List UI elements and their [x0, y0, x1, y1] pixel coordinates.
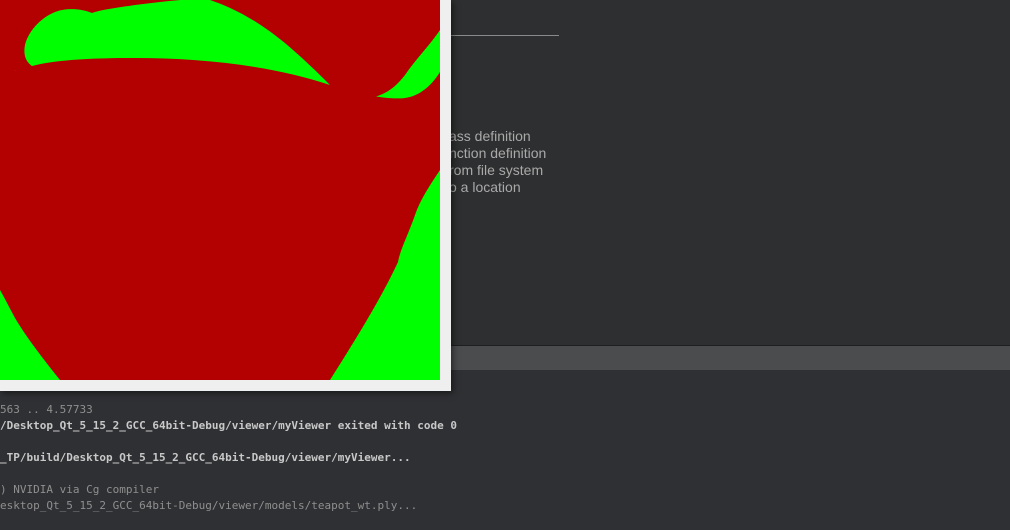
welcome-divider: [448, 35, 559, 36]
output-line: esktop_Qt_5_15_2_GCC_64bit-Debug/viewer/…: [0, 499, 418, 512]
application-output[interactable]: 563 .. 4.57733 /Desktop_Qt_5_15_2_GCC_64…: [0, 402, 1010, 530]
hint-location: o a location: [449, 179, 521, 195]
output-line: ) NVIDIA via Cg compiler: [0, 483, 159, 496]
hint-function-definition: nction definition: [449, 145, 547, 161]
teapot-render: [0, 0, 440, 380]
output-line: 563 .. 4.57733: [0, 403, 93, 416]
hint-file-system: rom file system: [449, 162, 544, 178]
teapot-model: [0, 0, 440, 380]
hint-class-definition: ass definition: [449, 128, 531, 144]
output-line: _TP/build/Desktop_Qt_5_15_2_GCC_64bit-De…: [0, 451, 411, 464]
viewer-window[interactable]: [0, 0, 451, 391]
output-line: /Desktop_Qt_5_15_2_GCC_64bit-Debug/viewe…: [0, 419, 457, 432]
opengl-canvas[interactable]: [0, 0, 440, 380]
